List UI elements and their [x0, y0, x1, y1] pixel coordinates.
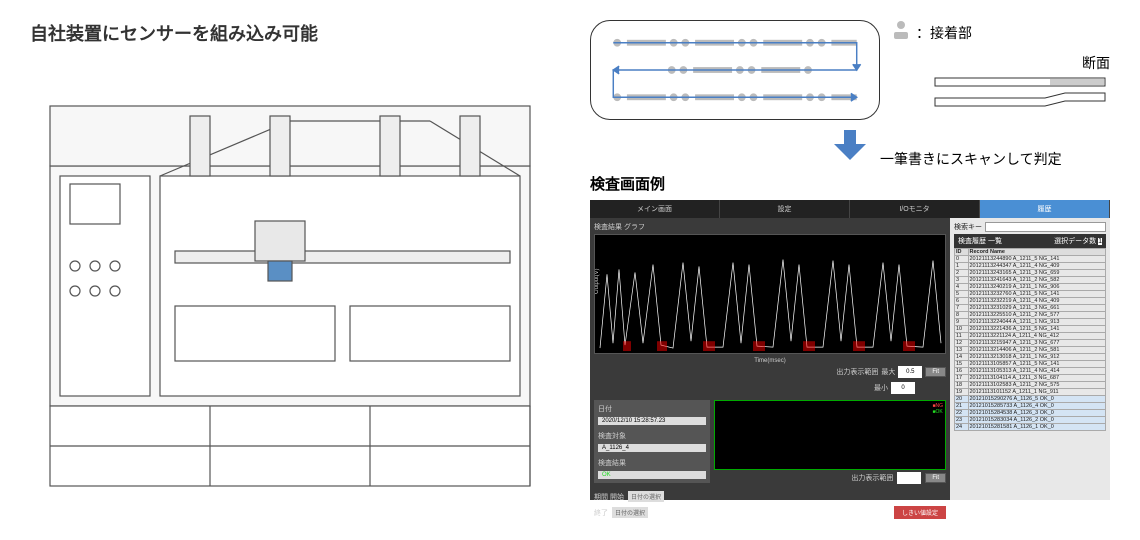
table-row[interactable]: 1320121113214406 A_1211_2 NG_581: [955, 347, 1106, 354]
tab-main[interactable]: メイン画面: [590, 200, 720, 218]
info-target-label: 検査対象: [598, 431, 648, 441]
history-table: ID Record Name 020121113244890 A_1211_5 …: [954, 248, 1106, 431]
main-output-graph: Output(V): [594, 234, 946, 354]
tab-history[interactable]: 履歴: [980, 200, 1110, 218]
table-row[interactable]: 320121113241643 A_1211_2 NG_582: [955, 277, 1106, 284]
period-end-label: 終了: [594, 508, 608, 518]
cross-section-label: 断面: [892, 53, 1110, 73]
table-row[interactable]: 1720121113104114 A_1211_3 NG_687: [955, 375, 1106, 382]
data-count: 1: [1098, 238, 1102, 245]
machine-illustration: [30, 66, 550, 496]
sub-heading: 検査画面例: [590, 173, 1110, 194]
table-row[interactable]: 2120121015285733 A_1126_4 OK_0: [955, 403, 1106, 410]
tab-bar: メイン画面 設定 I/Oモニタ 履歴: [590, 200, 1110, 218]
secondary-graph: ■NG ■OK: [714, 400, 946, 470]
fit-button[interactable]: Fit: [925, 367, 946, 377]
threshold-button[interactable]: しきい値設定: [894, 506, 946, 519]
info-date-value: 2020/12/10 15:28:57.23: [598, 417, 706, 425]
output-range-label: 出力表示範囲: [836, 367, 878, 377]
svg-text:Output(V): Output(V): [595, 268, 600, 294]
ok-legend: ■OK: [932, 409, 942, 415]
table-row[interactable]: 020121113244890 A_1211_5 NG_141: [955, 256, 1106, 263]
table-row[interactable]: 1020121113221436 A_1211_5 NG_141: [955, 326, 1106, 333]
table-row[interactable]: 820121113225510 A_1211_2 NG_577: [955, 312, 1106, 319]
info-target-value: A_1126_4: [598, 444, 706, 452]
table-row[interactable]: 2020121015290276 A_1126_5 OK_0: [955, 396, 1106, 403]
info-result-value: OK: [598, 471, 706, 479]
search-input[interactable]: [985, 222, 1106, 232]
table-row[interactable]: 1420121113213018 A_1211_1 NG_912: [955, 354, 1106, 361]
table-row[interactable]: 520121113232760 A_1211_5 NG_141: [955, 291, 1106, 298]
table-row[interactable]: 720121113231029 A_1211_3 NG_661: [955, 305, 1106, 312]
table-row[interactable]: 420121113240219 A_1211_1 NG_906: [955, 284, 1106, 291]
table-row[interactable]: 1120121113221124 A_1211_4 NG_412: [955, 333, 1106, 340]
table-row[interactable]: 2320121015283034 A_1126_2 OK_0: [955, 417, 1106, 424]
heading-left: 自社装置にセンサーを組み込み可能: [30, 20, 550, 46]
adhesion-icon: [892, 20, 910, 45]
date-end-select[interactable]: 日付の選択: [612, 507, 648, 518]
info-result-label: 検査結果: [598, 458, 648, 468]
scan-path-diagram: [590, 20, 880, 120]
range-min-input[interactable]: 0: [891, 382, 915, 394]
info-date-label: 日付: [598, 404, 648, 414]
output-range-label-2: 出力表示範囲: [851, 473, 893, 483]
inspection-screenshot: メイン画面 設定 I/Oモニタ 履歴 検査結果 グラフ: [590, 200, 1110, 500]
fit-button-2[interactable]: Fit: [925, 473, 946, 483]
table-row[interactable]: 620121113232219 A_1211_4 NG_409: [955, 298, 1106, 305]
graph-title: 検査結果 グラフ: [594, 222, 946, 232]
table-row[interactable]: 920121113224044 A_1211_1 NG_913: [955, 319, 1106, 326]
table-row[interactable]: 220121113243165 A_1211_3 NG_659: [955, 270, 1106, 277]
range-max-input[interactable]: 0.5: [898, 366, 922, 378]
th-id: ID: [955, 249, 969, 256]
table-row[interactable]: 1520121113105857 A_1211_5 NG_141: [955, 361, 1106, 368]
table-row[interactable]: 1620121113105313 A_1211_4 NG_414: [955, 368, 1106, 375]
range-max-label: 最大: [881, 367, 895, 377]
search-key-label: 検索キー: [954, 222, 982, 232]
table-row[interactable]: 2420121015281581 A_1126_1 OK_0: [955, 424, 1106, 431]
table-row[interactable]: 1920121113101152 A_1211_1 NG_911: [955, 389, 1106, 396]
cross-section-diagram: [930, 73, 1110, 113]
table-row[interactable]: 2220121015284538 A_1126_3 OK_0: [955, 410, 1106, 417]
graph-xlabel: Time(msec): [594, 358, 946, 364]
tab-io[interactable]: I/Oモニタ: [850, 200, 980, 218]
range-min-label: 最小: [874, 383, 888, 393]
scan-caption: 一筆書きにスキャンして判定: [880, 149, 1110, 169]
period-start-label: 期間 開始: [594, 492, 624, 502]
tab-settings[interactable]: 設定: [720, 200, 850, 218]
range-input-2[interactable]: [897, 472, 921, 484]
th-record: Record Name: [968, 249, 1106, 256]
history-title-bar: 検査履歴 一覧 選択データ数 1: [954, 234, 1106, 248]
adhesion-legend: ：接着部: [892, 20, 1110, 45]
date-start-select[interactable]: 日付の選択: [628, 491, 664, 502]
adhesion-label: ：接着部: [916, 23, 972, 43]
table-row[interactable]: 1220121113215947 A_1211_3 NG_677: [955, 340, 1106, 347]
table-row[interactable]: 1820121113102583 A_1211_2 NG_575: [955, 382, 1106, 389]
table-row[interactable]: 120121113244347 A_1211_4 NG_409: [955, 263, 1106, 270]
